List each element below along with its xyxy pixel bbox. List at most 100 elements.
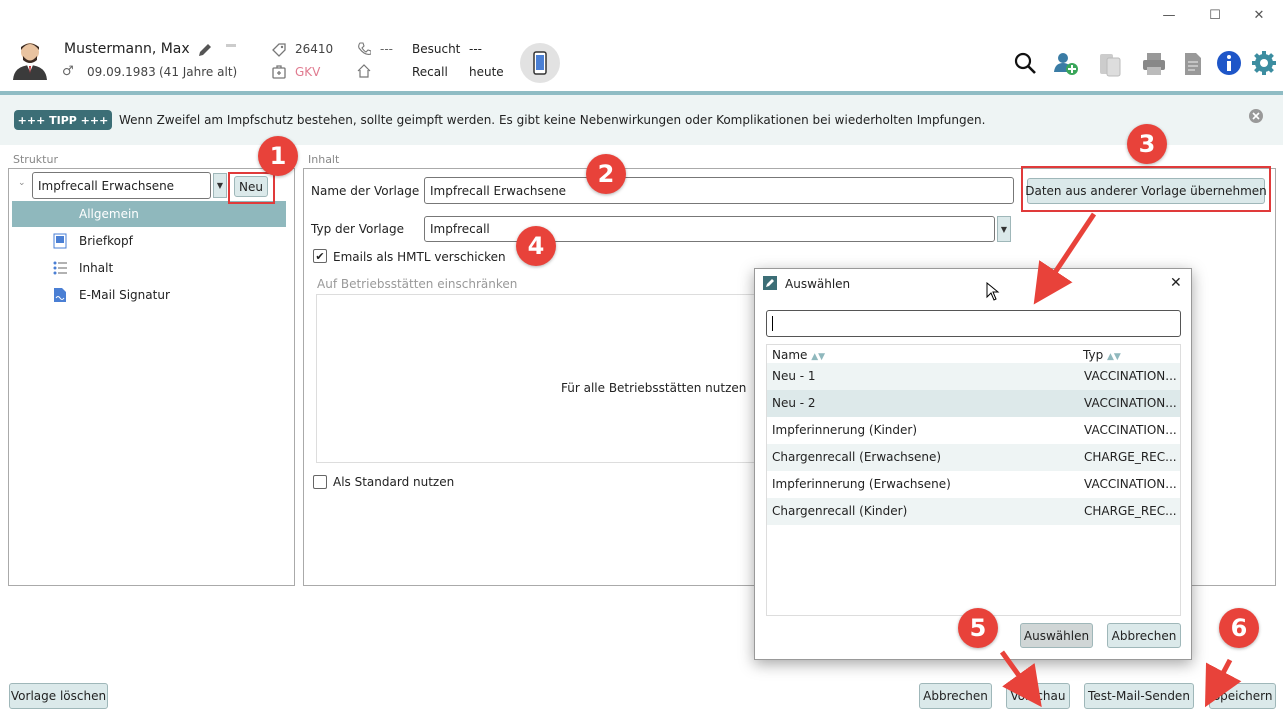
add-patient-icon[interactable] — [1052, 50, 1080, 78]
default-checkbox[interactable] — [313, 475, 327, 489]
table-row[interactable]: Neu - 2 VACCINATION... — [767, 390, 1180, 417]
delete-template-button[interactable]: Vorlage löschen — [9, 683, 108, 709]
row-type: VACCINATION... — [1084, 396, 1177, 410]
patient-header — [0, 30, 1283, 92]
clipboard-icon[interactable] — [1096, 50, 1124, 78]
settings-gear-icon[interactable] — [1250, 49, 1278, 77]
age: (41 Jahre alt) — [159, 65, 238, 79]
table-row[interactable]: Chargenrecall (Erwachsene) CHARGE_REC... — [767, 444, 1180, 471]
structure-title: Struktur — [13, 153, 58, 166]
document-icon[interactable] — [1179, 50, 1207, 78]
flag-icon — [226, 44, 236, 47]
collapse-chevron-icon[interactable]: ⌄ — [18, 178, 26, 188]
insurance-type: GKV — [295, 65, 321, 79]
tree-item-label: Inhalt — [79, 261, 114, 275]
name-label: Name der Vorlage — [311, 184, 420, 198]
col-name-text: Name — [772, 348, 808, 362]
signature-document-icon — [54, 288, 66, 302]
patient-name: Mustermann, Max — [64, 41, 190, 57]
row-name: Neu - 1 — [772, 369, 816, 383]
edit-pencil-icon[interactable] — [197, 42, 213, 58]
all-sites-text: Für alle Betriebsstätten nutzen — [561, 381, 747, 395]
cancel-button[interactable]: Abbrechen — [919, 683, 992, 709]
type-label: Typ der Vorlage — [311, 222, 404, 236]
col-header-type[interactable]: Typ ▲▼ — [1083, 348, 1121, 362]
patient-id: 26410 — [295, 42, 334, 56]
insurance-icon — [272, 65, 286, 79]
mobile-button[interactable] — [520, 43, 560, 83]
row-type: VACCINATION... — [1084, 369, 1177, 383]
tree-item-allgemein[interactable]: Allgemein — [12, 201, 286, 227]
close-tip-icon[interactable] — [1248, 108, 1264, 124]
table-row[interactable]: Chargenrecall (Kinder) CHARGE_REC... — [767, 498, 1180, 525]
template-dropdown-arrow[interactable]: ▼ — [213, 173, 227, 198]
test-mail-button[interactable]: Test-Mail-Senden — [1084, 683, 1194, 709]
tree-item-label: Briefkopf — [79, 234, 133, 248]
annotation-badge-6: 6 — [1219, 608, 1259, 648]
recall-value: heute — [469, 65, 504, 79]
close-window-button[interactable]: ✕ — [1236, 0, 1282, 30]
letterhead-icon — [53, 233, 67, 249]
annotation-badge-1: 1 — [258, 136, 298, 176]
content-title: Inhalt — [308, 153, 340, 166]
mouse-cursor-icon — [986, 282, 1000, 301]
tree-item-inhalt[interactable]: Inhalt — [12, 255, 286, 281]
text-cursor — [772, 316, 773, 331]
birthdate: 09.09.1983 — [87, 65, 156, 79]
minimize-button[interactable]: — — [1146, 0, 1192, 30]
row-type: CHARGE_REC... — [1084, 450, 1177, 464]
home-icon — [357, 64, 371, 78]
male-icon: ♂ — [62, 64, 74, 79]
info-icon[interactable] — [1215, 49, 1243, 77]
html-email-checkbox[interactable]: ✔ — [313, 249, 327, 263]
sort-icon: ▲▼ — [1107, 352, 1121, 362]
annotation-badge-3: 3 — [1127, 124, 1167, 164]
dialog-close-icon[interactable]: ✕ — [1170, 275, 1182, 291]
sites-list[interactable] — [316, 294, 766, 463]
tree-item-label: Allgemein — [79, 207, 139, 221]
maximize-button[interactable]: ☐ — [1192, 0, 1238, 30]
printer-icon[interactable] — [1140, 50, 1168, 78]
tree-item-label: E-Mail Signatur — [79, 288, 170, 302]
type-dropdown-arrow[interactable]: ▼ — [997, 216, 1011, 242]
template-name-input[interactable]: Impfrecall Erwachsene — [424, 177, 1014, 204]
phone-value: --- — [380, 42, 393, 56]
template-type-select[interactable]: Impfrecall — [424, 216, 995, 242]
search-icon[interactable] — [1012, 50, 1040, 78]
row-name: Impferinnerung (Erwachsene) — [772, 477, 951, 491]
col-header-name[interactable]: Name ▲▼ — [772, 348, 825, 362]
dialog-search-input[interactable] — [766, 310, 1181, 337]
row-name: Chargenrecall (Kinder) — [772, 504, 908, 518]
row-type: VACCINATION... — [1084, 477, 1177, 491]
html-email-label: Emails als HMTL verschicken — [333, 250, 506, 264]
tag-icon — [272, 43, 286, 57]
annotation-box-new — [228, 172, 275, 204]
tree-item-email-signatur[interactable]: E-Mail Signatur — [12, 282, 286, 308]
annotation-badge-2: 2 — [586, 154, 626, 194]
row-type: CHARGE_REC... — [1084, 504, 1177, 518]
smartphone-icon — [533, 51, 547, 75]
dialog-select-button[interactable]: Auswählen — [1020, 623, 1093, 648]
dialog-title: Auswählen — [785, 277, 851, 291]
row-name: Neu - 2 — [772, 396, 816, 410]
phone-icon — [358, 42, 371, 55]
tip-badge: +++ TIPP +++ — [14, 110, 112, 130]
avatar — [13, 43, 47, 80]
tree-item-briefkopf[interactable]: Briefkopf — [12, 228, 286, 254]
annotation-box-copy — [1021, 166, 1271, 212]
restrict-sites-label: Auf Betriebsstätten einschränken — [317, 277, 518, 291]
row-name: Chargenrecall (Erwachsene) — [772, 450, 942, 464]
row-name: Impferinnerung (Kinder) — [772, 423, 917, 437]
preview-button[interactable]: Vorschau — [1006, 683, 1070, 709]
visited-value: --- — [469, 42, 482, 56]
recall-label: Recall — [412, 65, 448, 79]
dialog-pen-icon — [763, 276, 777, 290]
template-select[interactable]: Impfrecall Erwachsene — [32, 172, 211, 199]
table-row[interactable]: Impferinnerung (Erwachsene) VACCINATION..… — [767, 471, 1180, 498]
table-row[interactable]: Neu - 1 VACCINATION... — [767, 363, 1180, 390]
table-row[interactable]: Impferinnerung (Kinder) VACCINATION... — [767, 417, 1180, 444]
dialog-cancel-button[interactable]: Abbrechen — [1107, 623, 1181, 648]
tip-text: Wenn Zweifel am Impfschutz bestehen, sol… — [119, 113, 986, 127]
save-button[interactable]: Speichern — [1209, 683, 1276, 709]
row-type: VACCINATION... — [1084, 423, 1177, 437]
